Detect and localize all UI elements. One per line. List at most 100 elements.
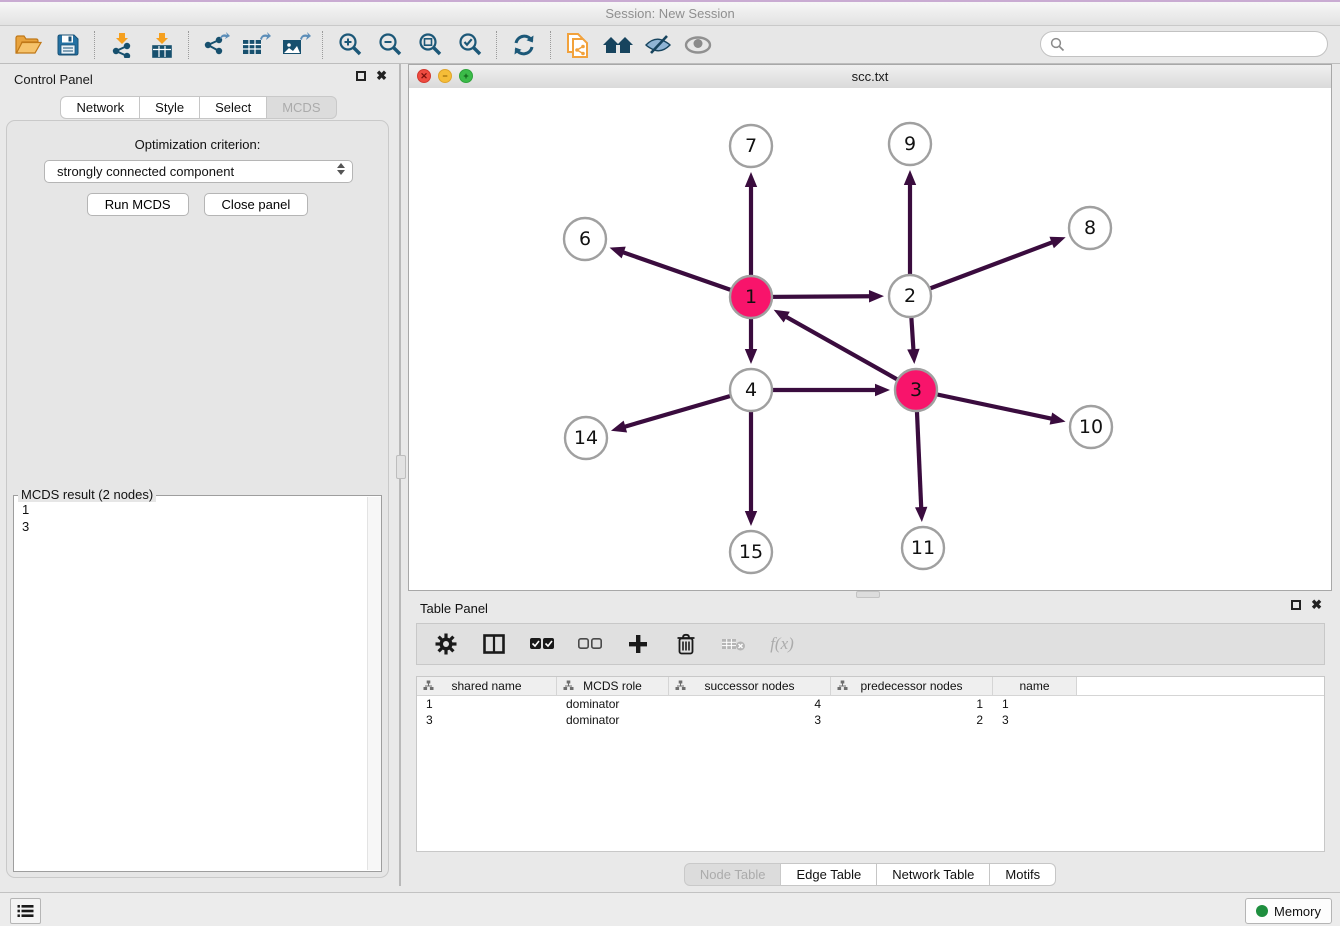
edge-3-1[interactable] — [785, 316, 916, 390]
mcds-result-box: MCDS result (2 nodes) 1 3 — [13, 495, 382, 872]
toolbar-separator — [322, 31, 324, 59]
result-scrollbar[interactable] — [367, 497, 381, 870]
show-panel-button[interactable] — [10, 898, 41, 924]
tree-icon — [423, 680, 434, 691]
graph-node-label-10: 10 — [1079, 416, 1103, 438]
tab-motifs[interactable]: Motifs — [990, 863, 1056, 886]
hide-selected-icon[interactable] — [638, 29, 678, 61]
arrowhead-1-6 — [610, 247, 626, 259]
tab-style[interactable]: Style — [140, 96, 200, 119]
table-row[interactable]: 1dominator411 — [417, 696, 1324, 712]
tab-network-table[interactable]: Network Table — [877, 863, 990, 886]
close-window-icon[interactable]: ✕ — [417, 69, 431, 83]
table-panel: Table Panel ✖ f(x) shared nameMCDS roles… — [408, 597, 1332, 888]
tab-node-table[interactable]: Node Table — [684, 863, 782, 886]
zoom-fit-icon[interactable] — [410, 29, 450, 61]
arrowhead-2-3 — [907, 349, 919, 364]
mcds-result-text[interactable]: 1 3 — [14, 497, 367, 871]
deselect-all-icon[interactable] — [577, 628, 603, 660]
graph-node-label-6: 6 — [579, 228, 591, 250]
table-cell[interactable]: 2 — [831, 713, 993, 727]
table-cell[interactable]: 1 — [417, 697, 557, 711]
export-image-icon[interactable] — [276, 29, 316, 61]
graph-node-label-15: 15 — [739, 541, 763, 563]
float-table-panel-icon[interactable] — [1291, 600, 1301, 610]
tab-edge-table[interactable]: Edge Table — [781, 863, 877, 886]
column-header-shared-name[interactable]: shared name — [417, 677, 557, 695]
network-window-titlebar[interactable]: ✕ − + scc.txt — [409, 65, 1331, 89]
vertical-splitter[interactable] — [399, 64, 401, 886]
arrowhead-3-11 — [915, 507, 927, 522]
import-network-icon[interactable] — [102, 29, 142, 61]
zoom-selected-icon[interactable] — [450, 29, 490, 61]
table-cell[interactable]: dominator — [557, 713, 669, 727]
table-cell[interactable]: dominator — [557, 697, 669, 711]
trash-icon[interactable] — [673, 628, 699, 660]
close-panel-icon[interactable]: ✖ — [376, 71, 387, 81]
arrowhead-2-9 — [904, 170, 916, 185]
home-view-icon[interactable] — [598, 29, 638, 61]
gear-icon[interactable] — [433, 628, 459, 660]
open-folder-icon[interactable] — [8, 29, 48, 61]
table-cell[interactable]: 1 — [993, 697, 1077, 711]
table-cell[interactable]: 1 — [831, 697, 993, 711]
status-bar: Memory — [0, 892, 1340, 926]
table-cell[interactable]: 3 — [417, 713, 557, 727]
list-icon — [17, 904, 34, 918]
add-icon[interactable] — [625, 628, 651, 660]
optimization-select[interactable]: strongly connected component — [44, 160, 353, 183]
toolbar-separator — [188, 31, 190, 59]
float-panel-icon[interactable] — [356, 71, 366, 81]
column-header-name[interactable]: name — [993, 677, 1077, 695]
delete-table-icon — [721, 628, 747, 660]
column-header-successor-nodes[interactable]: successor nodes — [669, 677, 831, 695]
memory-label: Memory — [1274, 904, 1321, 919]
show-all-icon[interactable] — [678, 29, 718, 61]
table-cell[interactable]: 4 — [669, 697, 831, 711]
tab-mcds[interactable]: MCDS — [267, 96, 336, 119]
control-panel-title: Control Panel — [14, 72, 93, 87]
table-tabs: Node TableEdge TableNetwork TableMotifs — [408, 863, 1332, 886]
table-toolbar: f(x) — [416, 623, 1325, 665]
app-title-bar: Session: New Session — [0, 0, 1340, 26]
tab-select[interactable]: Select — [200, 96, 267, 119]
network-canvas[interactable]: 7968124314101511 — [409, 88, 1331, 590]
toolbar-separator — [550, 31, 552, 59]
zoom-in-icon[interactable] — [330, 29, 370, 61]
search-box[interactable] — [1040, 31, 1328, 57]
graph-node-label-1: 1 — [745, 286, 757, 308]
import-table-icon[interactable] — [142, 29, 182, 61]
run-mcds-button[interactable]: Run MCDS — [87, 193, 189, 216]
split-columns-icon[interactable] — [481, 628, 507, 660]
graph-node-label-4: 4 — [745, 379, 757, 401]
tab-network[interactable]: Network — [60, 96, 140, 119]
splitter-handle[interactable] — [396, 455, 406, 479]
search-input[interactable] — [1070, 36, 1314, 53]
column-header-MCDS-role[interactable]: MCDS role — [557, 677, 669, 695]
export-network-icon[interactable] — [196, 29, 236, 61]
zoom-out-icon[interactable] — [370, 29, 410, 61]
close-table-panel-icon[interactable]: ✖ — [1311, 600, 1322, 610]
minimize-window-icon[interactable]: − — [438, 69, 452, 83]
close-panel-button[interactable]: Close panel — [204, 193, 309, 216]
arrowhead-3-10 — [1050, 412, 1066, 424]
control-panel-tabs: NetworkStyleSelectMCDS — [0, 96, 397, 119]
graph-node-label-3: 3 — [910, 379, 922, 401]
edge-2-8[interactable] — [910, 242, 1054, 296]
clone-network-icon[interactable] — [558, 29, 598, 61]
refresh-layout-icon[interactable] — [504, 29, 544, 61]
table-panel-title: Table Panel — [420, 601, 488, 616]
column-header-predecessor-nodes[interactable]: predecessor nodes — [831, 677, 993, 695]
table-cell[interactable]: 3 — [669, 713, 831, 727]
graph-node-label-7: 7 — [745, 135, 757, 157]
export-table-icon[interactable] — [236, 29, 276, 61]
select-all-icon[interactable] — [529, 628, 555, 660]
maximize-window-icon[interactable]: + — [459, 69, 473, 83]
table-cell[interactable]: 3 — [993, 713, 1077, 727]
graph-node-label-11: 11 — [911, 537, 935, 559]
memory-button[interactable]: Memory — [1245, 898, 1332, 924]
app-title: Session: New Session — [605, 6, 734, 21]
table-row[interactable]: 3dominator323 — [417, 712, 1324, 728]
memory-status-icon — [1256, 905, 1268, 917]
save-icon[interactable] — [48, 29, 88, 61]
